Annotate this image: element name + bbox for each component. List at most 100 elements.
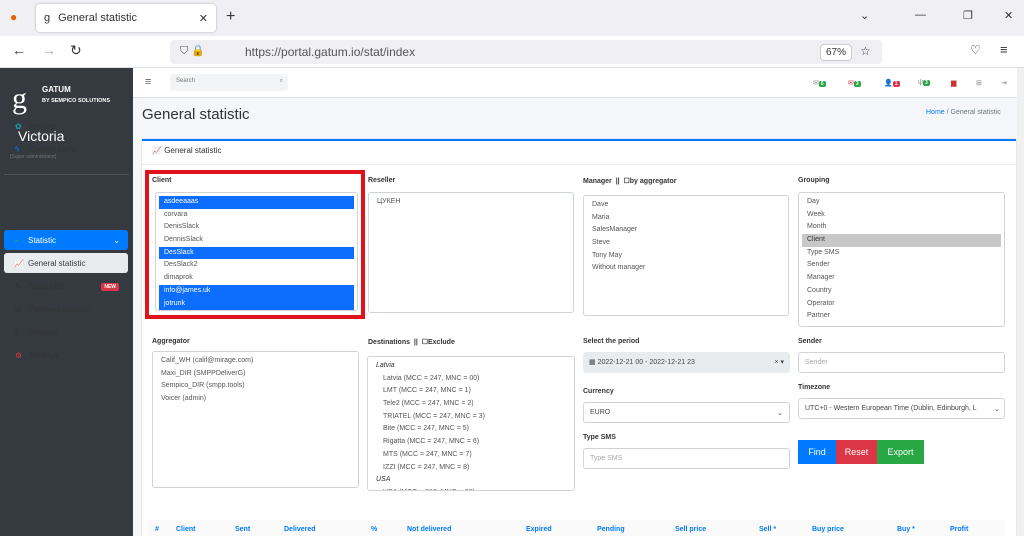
grouping-option[interactable]: Month — [802, 221, 1001, 234]
period-label: Select the period — [583, 338, 640, 345]
browser-tab[interactable]: g General statistic ✕ — [36, 4, 216, 32]
close-window-icon[interactable]: ✕ — [1004, 9, 1013, 22]
destination-option[interactable]: LMT (MCC = 247, MNC = 1) — [371, 385, 571, 398]
close-tab-icon[interactable]: ✕ — [199, 12, 208, 25]
manager-select[interactable]: Dave Maria SalesManager Steve Tony May Withou… — [583, 195, 789, 316]
search-icon: ⌕ — [279, 78, 283, 84]
alerts-notification[interactable]: ✉ 3 — [848, 79, 861, 87]
timezone-select[interactable]: UTC+0 - Western European Time (Dublin, E… — [798, 398, 1005, 419]
grouping-option[interactable]: Day — [802, 196, 1001, 209]
destination-option[interactable]: IZZI (MCC = 247, MNC = 8) — [371, 462, 571, 475]
sidebar-item-finance[interactable]: $ Finance ‹ — [5, 322, 129, 343]
sidebar-item-settings[interactable]: ⚙ Settings ‹ — [5, 345, 129, 366]
label: Current traffic — [29, 145, 78, 154]
grouping-option[interactable]: Partner — [802, 310, 1001, 323]
tasks-notification[interactable]: ψ3 — [918, 79, 930, 86]
logout-icon[interactable]: ⇥ — [1001, 79, 1007, 87]
back-icon[interactable]: ← — [12, 42, 26, 58]
find-button[interactable]: Find — [798, 440, 836, 464]
column-header[interactable]: Sell * — [759, 526, 776, 533]
manager-option[interactable]: Tony May — [587, 250, 785, 263]
sender-input[interactable]: Sender — [798, 352, 1005, 373]
zoom-level[interactable]: 67% — [820, 44, 853, 61]
aggregator-option[interactable]: Sempico_DIR (smpp.tools) — [156, 380, 355, 393]
column-header[interactable]: Profit — [950, 526, 968, 533]
page-title: General statistic — [142, 106, 250, 123]
destination-option[interactable]: TRIATEL (MCC = 247, MNC = 3) — [371, 411, 571, 424]
sidebar-item-statistic[interactable]: ⌁ Statistic ⌄ — [4, 230, 128, 250]
aggregator-option[interactable]: Maxi_DIR (SMPPDeliverG) — [156, 368, 355, 381]
destination-option[interactable]: Tele2 (MCC = 247, MNC = 2) — [371, 398, 571, 411]
grouping-option[interactable]: Manager — [802, 272, 1001, 285]
url-input[interactable]: https://portal.gatum.io/stat/index — [170, 40, 882, 64]
grouping-option[interactable]: Operator — [802, 298, 1001, 311]
sidebar-item-general-statistic[interactable]: 📈 General statistic — [4, 253, 128, 273]
column-header[interactable]: Sent — [235, 526, 250, 533]
destination-option[interactable]: Latvia (MCC = 247, MNC = 00) — [371, 373, 571, 386]
column-header[interactable]: # — [155, 526, 159, 533]
grouping-option[interactable]: Sender — [802, 259, 1001, 272]
column-header[interactable]: % — [371, 526, 377, 533]
sidebar-item-current-traffic[interactable]: ϟ Current traffic ‹ — [5, 139, 129, 160]
pocket-icon[interactable]: ♡ — [970, 43, 981, 57]
manager-option[interactable]: Without manager — [587, 262, 785, 275]
manager-option[interactable]: Dave — [587, 199, 785, 212]
new-tab-icon[interactable]: + — [226, 8, 235, 26]
manager-option[interactable]: Maria — [587, 212, 785, 225]
hamburger-icon[interactable]: ≡ — [145, 76, 151, 88]
grid-icon[interactable]: ⊞ — [976, 79, 982, 87]
sidebar-item-short-url[interactable]: ✎ Short URL NEW — [5, 276, 129, 297]
breadcrumb-home[interactable]: Home — [926, 109, 945, 116]
grouping-option[interactable]: Week — [802, 209, 1001, 222]
grouping-option[interactable]: Client — [802, 234, 1001, 247]
reload-icon[interactable]: ↻ — [70, 42, 82, 59]
option[interactable]: ЦУКЕН — [372, 196, 570, 209]
aggregator-select[interactable]: Calif_WH (calif@mirage.com) Maxi_DIR (SMP… — [152, 351, 359, 488]
shield-icon[interactable]: ⛉ 🔒 — [180, 44, 205, 58]
manager-option[interactable]: SalesManager — [587, 224, 785, 237]
sidebar-item-profiles[interactable]: ✿ Profiles ‹ — [5, 116, 129, 137]
currency-select[interactable]: EURO ⌄ — [583, 402, 790, 423]
label: Statistic — [28, 235, 57, 245]
firefox-icon: ● — [10, 10, 18, 24]
reset-button[interactable]: Reset — [836, 440, 877, 464]
aggregator-option[interactable]: Calif_WH (calif@mirage.com) — [156, 355, 355, 368]
column-header[interactable]: Buy price — [812, 526, 844, 533]
column-header[interactable]: Sell price — [675, 526, 706, 533]
search-input[interactable]: Search ⌕ — [170, 74, 288, 91]
grouping-option[interactable]: Type SMS — [802, 247, 1001, 260]
restore-icon[interactable]: ❐ — [963, 9, 973, 22]
destination-option[interactable]: Rigatta (MCC = 247, MNC = 6) — [371, 436, 571, 449]
page-scrollbar[interactable] — [1017, 68, 1024, 536]
reseller-label: Reseller — [368, 177, 396, 184]
chart-line-icon: 📈 — [14, 258, 24, 268]
forward-icon[interactable]: → — [42, 42, 56, 58]
menu-icon[interactable]: ≡ — [1000, 42, 1008, 57]
column-header[interactable]: Buy * — [897, 526, 915, 533]
type-sms-input[interactable]: Type SMS — [583, 448, 790, 469]
us-flag-icon[interactable]: ▆ — [951, 79, 956, 87]
destination-option[interactable]: Bite (MCC = 247, MNC = 5) — [371, 423, 571, 436]
messages-notification[interactable]: ✉ 6 — [813, 79, 826, 87]
column-header[interactable]: Pending — [597, 526, 625, 533]
list-tabs-icon[interactable]: ⌄ — [860, 9, 869, 22]
users-notification[interactable]: 👤 1 — [884, 79, 900, 87]
destinations-select[interactable]: Latvia Latvia (MCC = 247, MNC = 00) LMT (M… — [367, 356, 575, 491]
destination-option[interactable]: USA (MCC = 310, MNC = 00) — [371, 487, 571, 490]
aggregator-option[interactable]: Voicer (admin) — [156, 393, 355, 406]
column-header[interactable]: Expired — [526, 526, 552, 533]
sidebar-item-payment-statistic[interactable]: ⛁ Payment statistic — [5, 299, 129, 320]
column-header[interactable]: Not delivered — [407, 526, 451, 533]
destination-option[interactable]: MTS (MCC = 247, MNC = 7) — [371, 449, 571, 462]
column-header[interactable]: Delivered — [284, 526, 316, 533]
export-button[interactable]: Export — [877, 440, 924, 464]
grouping-select[interactable]: Day Week Month Client Type SMS Sender Manager C… — [798, 192, 1005, 327]
new-badge: NEW — [101, 282, 119, 291]
column-header[interactable]: Client — [176, 526, 195, 533]
bookmark-star-icon[interactable]: ☆ — [860, 44, 871, 58]
minimize-icon[interactable]: — — [915, 9, 926, 21]
reseller-select[interactable]: ЦУКЕН — [368, 192, 574, 313]
manager-option[interactable]: Steve — [587, 237, 785, 250]
grouping-option[interactable]: Country — [802, 285, 1001, 298]
period-picker[interactable]: ▦ 2022-12-21 00 - 2022-12-21 23 × ▾ — [583, 352, 790, 373]
